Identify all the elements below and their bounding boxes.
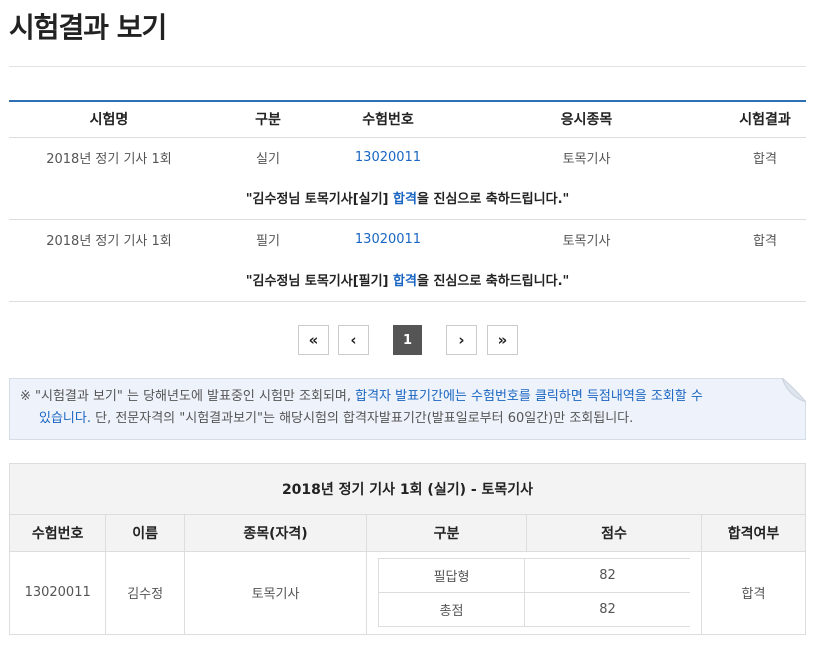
score-breakdown-table: 필답형 82 총점 82 <box>378 558 691 628</box>
exam-result: 합격 <box>753 233 777 249</box>
detail-header-category: 구분 <box>366 515 528 552</box>
results-table: 시험명 구분 수험번호 응시종목 시험결과 2018년 정기 기사 1회 실기 … <box>9 100 806 302</box>
congrats-text: "김수정님 토목기사[필기] <box>245 274 394 290</box>
exam-type: 필기 <box>256 233 280 249</box>
last-page-button[interactable]: » <box>487 325 518 355</box>
score-category: 필답형 <box>378 558 526 594</box>
congrats-pass-highlight: 합격 <box>393 274 417 290</box>
detail-result: 합격 <box>741 587 766 603</box>
congrats-pass-highlight: 합격 <box>393 192 417 208</box>
exam-number-link[interactable]: 13020011 <box>355 232 421 247</box>
notice-highlight: 합격자 발표기간에는 수험번호를 클릭하면 득점내역을 조회할 수 <box>355 389 703 404</box>
congrats-message: "김수정님 토목기사[실기] 합격을 진심으로 축하드립니다." <box>9 177 806 220</box>
first-page-button[interactable]: « <box>298 325 329 355</box>
page-curl-icon <box>782 378 806 402</box>
results-header-row: 시험명 구분 수험번호 응시종목 시험결과 <box>9 101 806 137</box>
header-type: 구분 <box>255 112 281 129</box>
prev-page-button[interactable]: ‹ <box>338 325 369 355</box>
header-subject: 응시종목 <box>560 112 613 129</box>
congrats-text: "김수정님 토목기사[실기] <box>245 192 394 208</box>
exam-subject: 토목기사 <box>562 233 611 249</box>
score-value: 82 <box>524 558 691 594</box>
exam-subject: 토목기사 <box>562 151 611 167</box>
title-divider <box>9 66 806 67</box>
page-1-button[interactable]: 1 <box>393 325 422 355</box>
notice-text-end: 단, 전문자격의 "시험결과보기"는 해당시험의 합격자발표기간(발표일로부터 … <box>90 411 634 426</box>
notice-highlight-cont: 있습니다. <box>39 411 91 426</box>
detail-name: 김수정 <box>105 551 185 634</box>
score-row: 필답형 82 <box>378 558 691 594</box>
congrats-text-end: 을 진심으로 축하드립니다." <box>416 274 570 290</box>
notice-box: ※ "시험결과 보기" 는 당해년도에 발표중인 시험만 조회되며, 합격자 발… <box>9 378 806 440</box>
detail-row: 13020011 김수정 토목기사 필답형 82 총점 82 합격 <box>10 551 805 634</box>
result-row: 2018년 정기 기사 1회 실기 13020011 토목기사 합격 <box>9 137 806 177</box>
detail-header-score: 점수 <box>526 515 702 552</box>
header-result: 시험결과 <box>739 112 791 129</box>
congrats-row: "김수정님 토목기사[필기] 합격을 진심으로 축하드립니다." <box>9 259 806 302</box>
score-row: 총점 82 <box>378 592 691 628</box>
score-cell: 필답형 82 총점 82 <box>366 551 702 634</box>
next-page-button[interactable]: › <box>446 325 477 355</box>
notice-text: ※ "시험결과 보기" 는 당해년도에 발표중인 시험만 조회되며, <box>20 389 356 404</box>
congrats-message: "김수정님 토목기사[필기] 합격을 진심으로 축하드립니다." <box>9 259 806 302</box>
header-exam-name: 시험명 <box>89 112 129 129</box>
score-value: 82 <box>524 592 691 628</box>
detail-subject: 토목기사 <box>184 551 368 634</box>
detail-header-subject: 종목(자격) <box>184 515 368 552</box>
header-exam-no: 수험번호 <box>362 112 414 129</box>
detail-header-row: 수험번호 이름 종목(자격) 구분 점수 합격여부 <box>10 515 805 552</box>
exam-name: 2018년 정기 기사 1회 <box>46 233 172 249</box>
congrats-text-end: 을 진심으로 축하드립니다." <box>416 192 570 208</box>
congrats-row: "김수정님 토목기사[실기] 합격을 진심으로 축하드립니다." <box>9 177 806 220</box>
detail-exam-no: 13020011 <box>10 551 107 634</box>
exam-result: 합격 <box>753 151 777 167</box>
detail-header-result: 합격여부 <box>701 515 805 552</box>
exam-name: 2018년 정기 기사 1회 <box>46 151 172 167</box>
score-detail-panel: 2018년 정기 기사 1회 (실기) - 토목기사 수험번호 이름 종목(자격… <box>9 463 806 635</box>
detail-header-name: 이름 <box>105 515 185 552</box>
score-category: 총점 <box>378 592 526 628</box>
exam-number-link[interactable]: 13020011 <box>355 150 421 165</box>
exam-type: 실기 <box>256 151 280 167</box>
result-row: 2018년 정기 기사 1회 필기 13020011 토목기사 합격 <box>9 219 806 259</box>
pagination: « ‹ 1 › » <box>0 325 815 355</box>
score-detail-table: 수험번호 이름 종목(자격) 구분 점수 합격여부 13020011 김수정 토… <box>10 515 805 634</box>
page-title: 시험결과 보기 <box>9 11 167 44</box>
detail-header-exam-no: 수험번호 <box>10 515 107 552</box>
detail-caption: 2018년 정기 기사 1회 (실기) - 토목기사 <box>10 464 805 515</box>
